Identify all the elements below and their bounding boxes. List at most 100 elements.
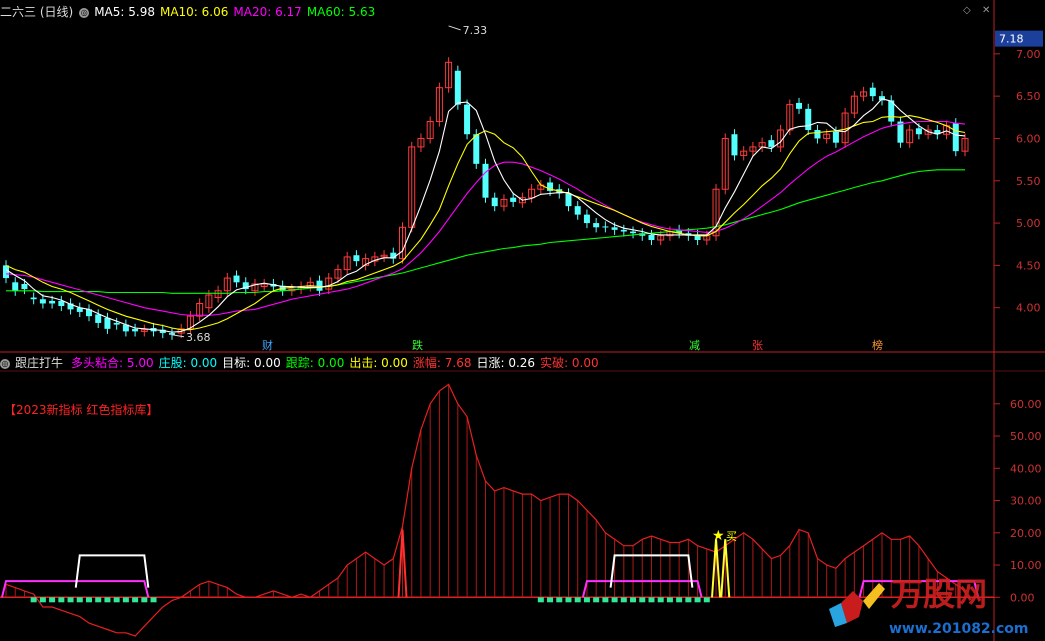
candle-body xyxy=(574,206,581,215)
candle-body xyxy=(473,134,480,164)
candle-body xyxy=(630,231,637,234)
candle-body xyxy=(731,134,738,156)
price-tick-label: 6.00 xyxy=(1016,132,1041,145)
candle-body xyxy=(869,87,876,97)
main-chart-header: 二六三 (日线) ◎ MA5: 5.98 MA10: 6.06 MA20: 6.17 MA… xyxy=(0,2,380,22)
candle-body xyxy=(454,70,461,105)
event-tag: 跌 xyxy=(412,338,423,352)
green-bar xyxy=(76,597,83,603)
watermark-text: 万股网 xyxy=(891,575,987,613)
indicator-item: 庄股: 0.00 xyxy=(158,356,218,370)
green-bar xyxy=(150,597,157,603)
candle-body xyxy=(39,299,46,304)
green-bar xyxy=(58,597,65,603)
candle-body xyxy=(796,102,803,109)
green-bar xyxy=(602,597,609,603)
indicator-item: 涨幅: 7.68 xyxy=(412,356,472,370)
candle-body xyxy=(168,333,175,335)
candle-body xyxy=(611,227,618,230)
green-bar xyxy=(666,597,673,603)
candle-body xyxy=(593,223,600,228)
stock-chart[interactable]: 7.00 6.50 6.00 5.50 5.00 4.50 4.00 7.18 7.33 3.68… xyxy=(0,0,1045,641)
candle-body xyxy=(113,322,120,325)
buy-star-icon: ★ xyxy=(712,528,725,544)
indicator-item: 目标: 0.00 xyxy=(222,356,281,370)
green-bar xyxy=(547,597,554,603)
green-bar xyxy=(141,597,148,603)
green-bar xyxy=(574,597,581,603)
green-bar xyxy=(583,597,590,603)
candle-body xyxy=(832,131,839,143)
event-tag: 减 xyxy=(689,339,700,352)
candle-body xyxy=(482,163,489,198)
green-bar xyxy=(639,597,646,603)
green-bar xyxy=(30,597,37,603)
low-price-label: 3.68 xyxy=(186,331,211,344)
green-bar xyxy=(703,597,710,603)
green-bar xyxy=(694,597,701,603)
green-bar xyxy=(537,597,544,603)
candle-body xyxy=(620,229,627,232)
candle-body xyxy=(648,234,655,240)
diamond-icon[interactable]: ◇ xyxy=(963,5,971,16)
indicator-name: 跟庄打牛 xyxy=(15,356,64,370)
event-tag: 榜 xyxy=(872,338,883,352)
green-bar xyxy=(95,597,102,603)
candle-body xyxy=(510,197,517,202)
indicator-item: 出击: 0.00 xyxy=(349,356,408,370)
candle-body xyxy=(768,140,775,147)
candle-body xyxy=(915,128,922,135)
ma20-label: MA20: 6.17 xyxy=(233,5,302,19)
stock-title: 二六三 (日线) xyxy=(0,5,74,19)
green-bar xyxy=(593,597,600,603)
indicator-tick-label: 40.00 xyxy=(1010,462,1042,475)
candle-body xyxy=(583,214,590,224)
indicator-item: 实破: 0.00 xyxy=(540,356,599,370)
candle-body xyxy=(233,275,240,283)
indicator-tick-label: 30.00 xyxy=(1010,495,1042,508)
settings-circle-icon[interactable]: ◎ xyxy=(79,7,90,18)
green-bar xyxy=(565,597,572,603)
candle-body xyxy=(58,300,65,306)
green-bar xyxy=(630,597,637,603)
candle-body xyxy=(132,328,139,332)
indicator-tick-label: 50.00 xyxy=(1010,430,1042,443)
green-bar xyxy=(556,597,563,603)
candle-body xyxy=(353,255,360,262)
green-bar xyxy=(620,597,627,603)
watermark-url: www.201082.com xyxy=(889,621,1029,637)
indicator-note: 【2023新指标 红色指标库】 xyxy=(4,403,159,417)
green-bar xyxy=(657,597,664,603)
candle-body xyxy=(565,193,572,207)
event-tag: 张 xyxy=(752,339,763,352)
candle-body xyxy=(95,314,102,323)
event-tag: 财 xyxy=(262,338,273,352)
green-bar xyxy=(85,597,92,603)
candle-body xyxy=(491,197,498,207)
indicator-header: ◎ 跟庄打牛 多头粘合: 5.00 庄股: 0.00 目标: 0.00 跟踪: 0.00 出… xyxy=(0,353,609,373)
ma5-label: MA5: 5.98 xyxy=(94,5,155,19)
candle-body xyxy=(12,282,19,291)
green-bar xyxy=(685,597,692,603)
indicator-settings-icon[interactable]: ◎ xyxy=(0,358,10,369)
candle-body xyxy=(464,104,471,135)
indicator-item: 多头粘合: 5.00 xyxy=(71,356,154,370)
green-bar xyxy=(113,597,120,603)
ma60-label: MA60: 5.63 xyxy=(306,5,376,19)
green-bar xyxy=(132,597,139,603)
candle-body xyxy=(21,284,28,290)
green-bar xyxy=(49,597,56,603)
green-bar xyxy=(122,597,129,603)
candle-body xyxy=(805,108,812,130)
price-tick-label: 6.50 xyxy=(1016,90,1041,103)
watermark-logo: 万股网 www.201082.com xyxy=(829,575,1029,637)
candle-body xyxy=(49,300,56,304)
ma10-label: MA10: 6.06 xyxy=(159,5,229,19)
price-tick-label: 5.00 xyxy=(1016,217,1041,230)
green-bar xyxy=(67,597,74,603)
current-price-label: 7.18 xyxy=(999,33,1024,46)
indicator-tick-label: 20.00 xyxy=(1010,527,1042,540)
close-icon[interactable]: ✕ xyxy=(982,5,990,16)
green-bar xyxy=(611,597,618,603)
candle-body xyxy=(30,297,37,300)
